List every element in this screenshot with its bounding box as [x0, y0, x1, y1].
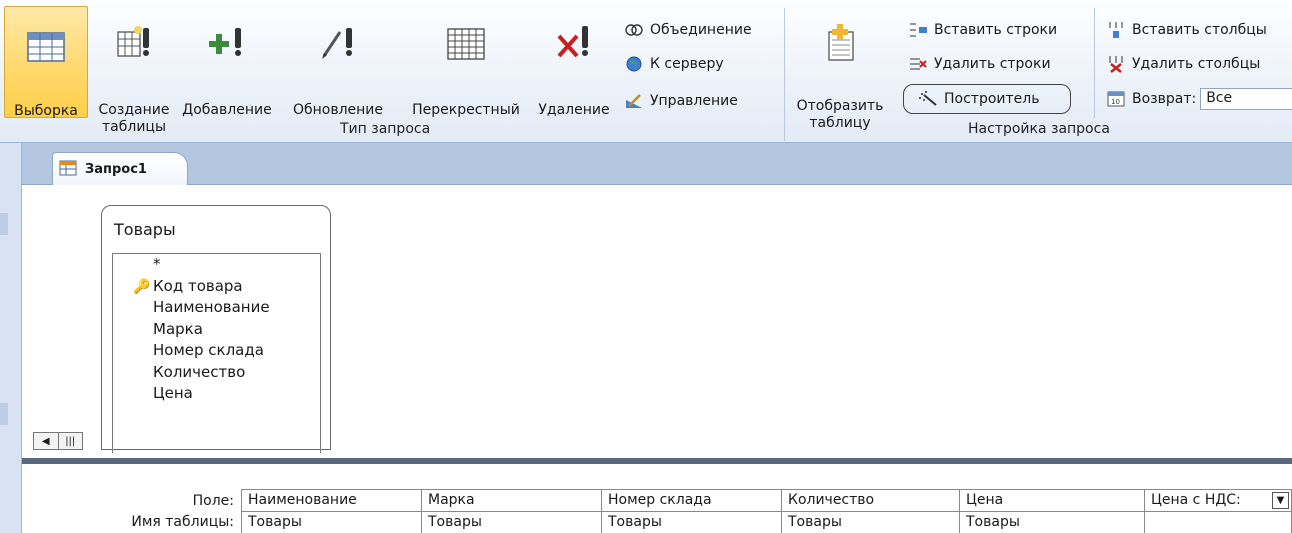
field-row-label: Поле:	[192, 493, 234, 509]
update-query-label: Обновление	[292, 102, 384, 118]
return-values-combo[interactable]: Все	[1200, 88, 1292, 110]
make-table-label-1: Создание	[98, 102, 170, 118]
table-cell[interactable]: Товары	[782, 511, 959, 533]
field-cell[interactable]: Цена	[960, 489, 1144, 511]
data-definition-label: Управление	[650, 93, 738, 109]
delete-query-button[interactable]: Удаление	[534, 6, 614, 118]
query-tab-icon	[59, 160, 77, 180]
select-query-button[interactable]: Выборка	[4, 6, 88, 119]
append-query-label: Добавление	[182, 102, 272, 118]
builder-highlight-outline	[903, 84, 1071, 114]
table-row-label: Имя таблицы:	[131, 514, 234, 530]
tab-query1[interactable]: Запрос1	[52, 152, 188, 186]
insert-rows-button[interactable]: Вставить строки	[908, 18, 1057, 42]
table-cell[interactable]: Товары	[602, 511, 781, 533]
field-cell-active[interactable]: Цена с НДС: ▼	[1145, 489, 1291, 511]
union-icon	[624, 21, 644, 39]
make-table-button[interactable]: Создание таблицы	[90, 6, 178, 135]
field-item[interactable]: Номер склада	[113, 340, 320, 362]
field-cell[interactable]: Количество	[782, 489, 959, 511]
crosstab-query-label: Перекрестный	[412, 102, 520, 118]
insert-columns-label: Вставить столбцы	[1132, 22, 1267, 38]
query-type-group-label: Тип запроса	[340, 121, 431, 137]
data-definition-icon	[624, 92, 644, 110]
insert-columns-icon	[1106, 21, 1126, 39]
field-item[interactable]: Количество	[113, 362, 320, 384]
update-query-icon	[284, 16, 392, 62]
select-query-icon	[5, 17, 87, 63]
globe-icon	[624, 55, 644, 73]
dropdown-arrow-icon[interactable]: ▼	[1272, 492, 1289, 509]
field-item[interactable]: Наименование	[113, 297, 320, 319]
data-definition-button[interactable]: Управление	[624, 89, 738, 113]
table-cell[interactable]: Товары	[422, 511, 601, 533]
append-query-icon	[178, 16, 276, 62]
delete-rows-icon	[908, 55, 928, 73]
union-query-button[interactable]: Объединение	[624, 18, 752, 42]
field-cell[interactable]: Наименование	[242, 489, 421, 511]
query-design-pane[interactable]: Товары * 🔑 Код товара Наименование Марка …	[22, 185, 1292, 453]
select-query-label: Выборка	[14, 103, 78, 119]
show-table-icon	[790, 16, 890, 62]
insert-columns-button[interactable]: Вставить столбцы	[1106, 18, 1267, 42]
delete-query-icon	[534, 16, 614, 62]
horizontal-scrollbar[interactable]: ◀ |||	[33, 432, 83, 450]
grid-column: Наименование Товары	[241, 489, 421, 533]
ribbon: Выборка Создание таблицы Добавление Обно…	[0, 0, 1292, 143]
show-table-label-1: Отобразить	[796, 98, 884, 114]
update-query-button[interactable]: Обновление	[284, 6, 392, 118]
field-item[interactable]: Марка	[113, 319, 320, 341]
crosstab-query-icon	[402, 16, 530, 62]
show-table-button[interactable]: Отобразить таблицу	[790, 6, 890, 131]
svg-text:10: 10	[1111, 98, 1120, 106]
return-icon: 10	[1106, 90, 1126, 108]
field-cell[interactable]: Номер склада	[602, 489, 781, 511]
delete-columns-icon	[1106, 55, 1126, 73]
show-table-label-2: таблицу	[809, 115, 871, 131]
grid-column: Цена с НДС: ▼	[1144, 489, 1292, 533]
table-field-list-window[interactable]: Товары * 🔑 Код товара Наименование Марка …	[101, 205, 331, 453]
pass-through-button[interactable]: К серверу	[624, 52, 724, 76]
document-tab-bar: Запрос1	[22, 143, 1292, 186]
query-design-grid: Поле: Имя таблицы: Наименование Товары М…	[22, 464, 1292, 533]
primary-key-icon: 🔑	[133, 278, 151, 295]
tab-label: Запрос1	[85, 162, 147, 177]
delete-columns-button[interactable]: Удалить столбцы	[1106, 52, 1260, 76]
return-row: 10 Возврат: Все	[1106, 87, 1292, 111]
grid-column: Количество Товары	[781, 489, 959, 533]
union-label: Объединение	[650, 22, 752, 38]
return-label: Возврат:	[1132, 91, 1197, 107]
navigation-pane-collapsed[interactable]	[0, 143, 22, 533]
delete-columns-label: Удалить столбцы	[1132, 56, 1261, 72]
scroll-left-arrow-icon[interactable]: ◀	[34, 433, 59, 449]
table-cell[interactable]: Товары	[960, 511, 1144, 533]
insert-rows-icon	[908, 21, 928, 39]
field-item[interactable]: Цена	[113, 383, 320, 405]
make-table-label-2: таблицы	[102, 119, 166, 135]
field-item[interactable]: *	[113, 254, 320, 276]
append-query-button[interactable]: Добавление	[178, 6, 276, 118]
grid-column: Номер склада Товары	[601, 489, 781, 533]
table-cell[interactable]	[1145, 511, 1291, 533]
group-divider	[784, 8, 785, 141]
insert-rows-label: Вставить строки	[934, 22, 1058, 38]
field-list[interactable]: * 🔑 Код товара Наименование Марка Номер с…	[112, 253, 321, 453]
crosstab-query-button[interactable]: Перекрестный	[402, 6, 530, 118]
field-cell[interactable]: Марка	[422, 489, 601, 511]
delete-rows-label: Удалить строки	[934, 56, 1051, 72]
table-cell[interactable]: Товары	[242, 511, 421, 533]
pass-through-label: К серверу	[650, 56, 724, 72]
grid-column: Марка Товары	[421, 489, 601, 533]
delete-rows-button[interactable]: Удалить строки	[908, 52, 1051, 76]
field-item-primary-key[interactable]: 🔑 Код товара	[113, 276, 320, 298]
grid-column: Цена Товары	[959, 489, 1144, 533]
scroll-thumb[interactable]: |||	[58, 433, 82, 449]
column-divider	[1094, 8, 1095, 118]
field-list-title: Товары	[114, 220, 176, 239]
make-table-icon	[90, 16, 178, 62]
query-setup-group-label: Настройка запроса	[968, 121, 1110, 137]
delete-query-label: Удаление	[538, 102, 610, 118]
